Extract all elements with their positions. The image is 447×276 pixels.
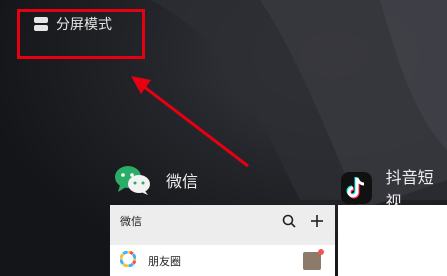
- wechat-app-name: 微信: [166, 172, 199, 191]
- plus-icon[interactable]: [309, 213, 325, 229]
- moments-icon: [119, 250, 137, 270]
- wechat-app-label[interactable]: 微信: [114, 164, 198, 196]
- moments-label: 朋友圈: [148, 254, 181, 268]
- moments-row[interactable]: 朋友圈: [110, 245, 335, 276]
- wechat-title: 微信: [120, 215, 142, 228]
- douyin-icon: [341, 172, 372, 204]
- moments-thumbnail: [303, 248, 324, 270]
- unread-badge: [318, 248, 324, 255]
- search-icon[interactable]: [281, 213, 297, 229]
- wechat-header: 微信: [110, 205, 335, 237]
- wechat-window-preview[interactable]: 微信 朋友圈: [110, 205, 335, 276]
- wechat-icon: [114, 164, 152, 196]
- douyin-window-preview[interactable]: [338, 205, 447, 276]
